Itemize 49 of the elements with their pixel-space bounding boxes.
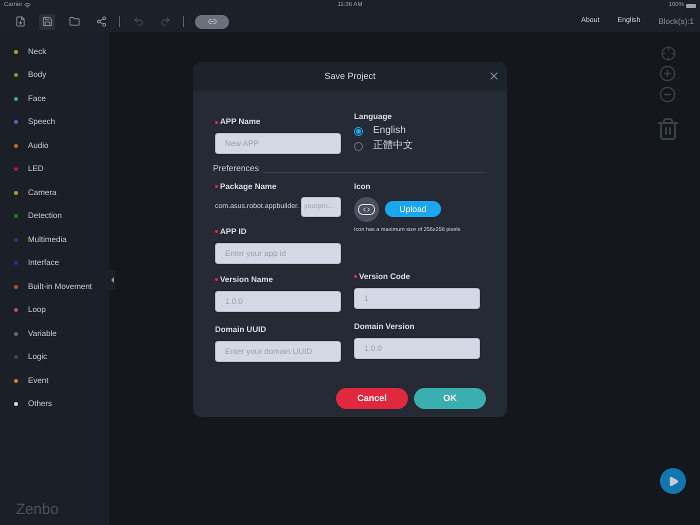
input-field[interactable]: Enter your domain UUID	[215, 340, 341, 362]
field-label: Language	[354, 111, 393, 123]
play-button[interactable]	[660, 468, 686, 494]
section-heading: Preferences	[213, 162, 259, 175]
category-item[interactable]: Detection	[0, 204, 109, 228]
redo-icon	[160, 16, 170, 27]
category-item[interactable]: Logic	[0, 346, 109, 369]
field-label: Icon	[354, 180, 372, 193]
category-item[interactable]: Variable	[0, 322, 109, 346]
save-button[interactable]	[39, 14, 55, 30]
link-toggle[interactable]	[195, 14, 229, 28]
field-label: Version Code	[359, 270, 410, 283]
input-field[interactable]: 1	[354, 288, 480, 309]
field-label: Package Name	[220, 180, 276, 193]
input-field[interactable]: New APP	[215, 133, 341, 154]
category-item[interactable]: Others	[0, 392, 109, 416]
category-item[interactable]: Face	[0, 87, 109, 110]
input-field[interactable]: Enter your app id	[215, 242, 341, 264]
field-label: APP ID	[220, 226, 247, 238]
link-icon	[208, 17, 216, 26]
category-item[interactable]: Multimedia	[0, 228, 109, 252]
category-item[interactable]: LED	[0, 158, 109, 181]
category-item[interactable]: Interface	[0, 252, 109, 275]
category-item[interactable]: Camera	[0, 181, 109, 204]
category-item[interactable]: Speech	[0, 110, 109, 134]
wifi-icon	[24, 2, 32, 9]
field-label: Version Name	[220, 274, 273, 286]
category-item[interactable]: Body	[0, 64, 109, 87]
category-item[interactable]: Audio	[0, 134, 109, 158]
undo-icon	[132, 16, 144, 27]
category-item[interactable]: Event	[0, 369, 109, 392]
input-field[interactable]: 1.0.0	[215, 290, 341, 312]
language-radio[interactable]: 正體中文	[354, 139, 480, 153]
cancel-button[interactable]: Cancel	[336, 388, 408, 409]
field-label: Domain UUID	[215, 324, 266, 336]
play-icon	[668, 476, 678, 486]
category-item[interactable]: Loop	[0, 298, 109, 322]
battery-icon	[686, 4, 696, 8]
dialog-title: Save Project	[324, 70, 376, 83]
close-button[interactable]	[488, 70, 500, 82]
field-label: Domain Version	[354, 320, 414, 333]
language-radio[interactable]: English	[354, 124, 480, 138]
field-label: APP Name	[220, 116, 260, 128]
input-field[interactable]: 1.0.0	[354, 338, 480, 359]
block-count: Block(s):1	[658, 16, 694, 28]
category-item[interactable]: Neck	[0, 40, 109, 64]
app-icon	[354, 196, 379, 222]
category-item[interactable]: Built-in Movement	[0, 275, 109, 298]
collapse-handle[interactable]	[109, 270, 115, 290]
